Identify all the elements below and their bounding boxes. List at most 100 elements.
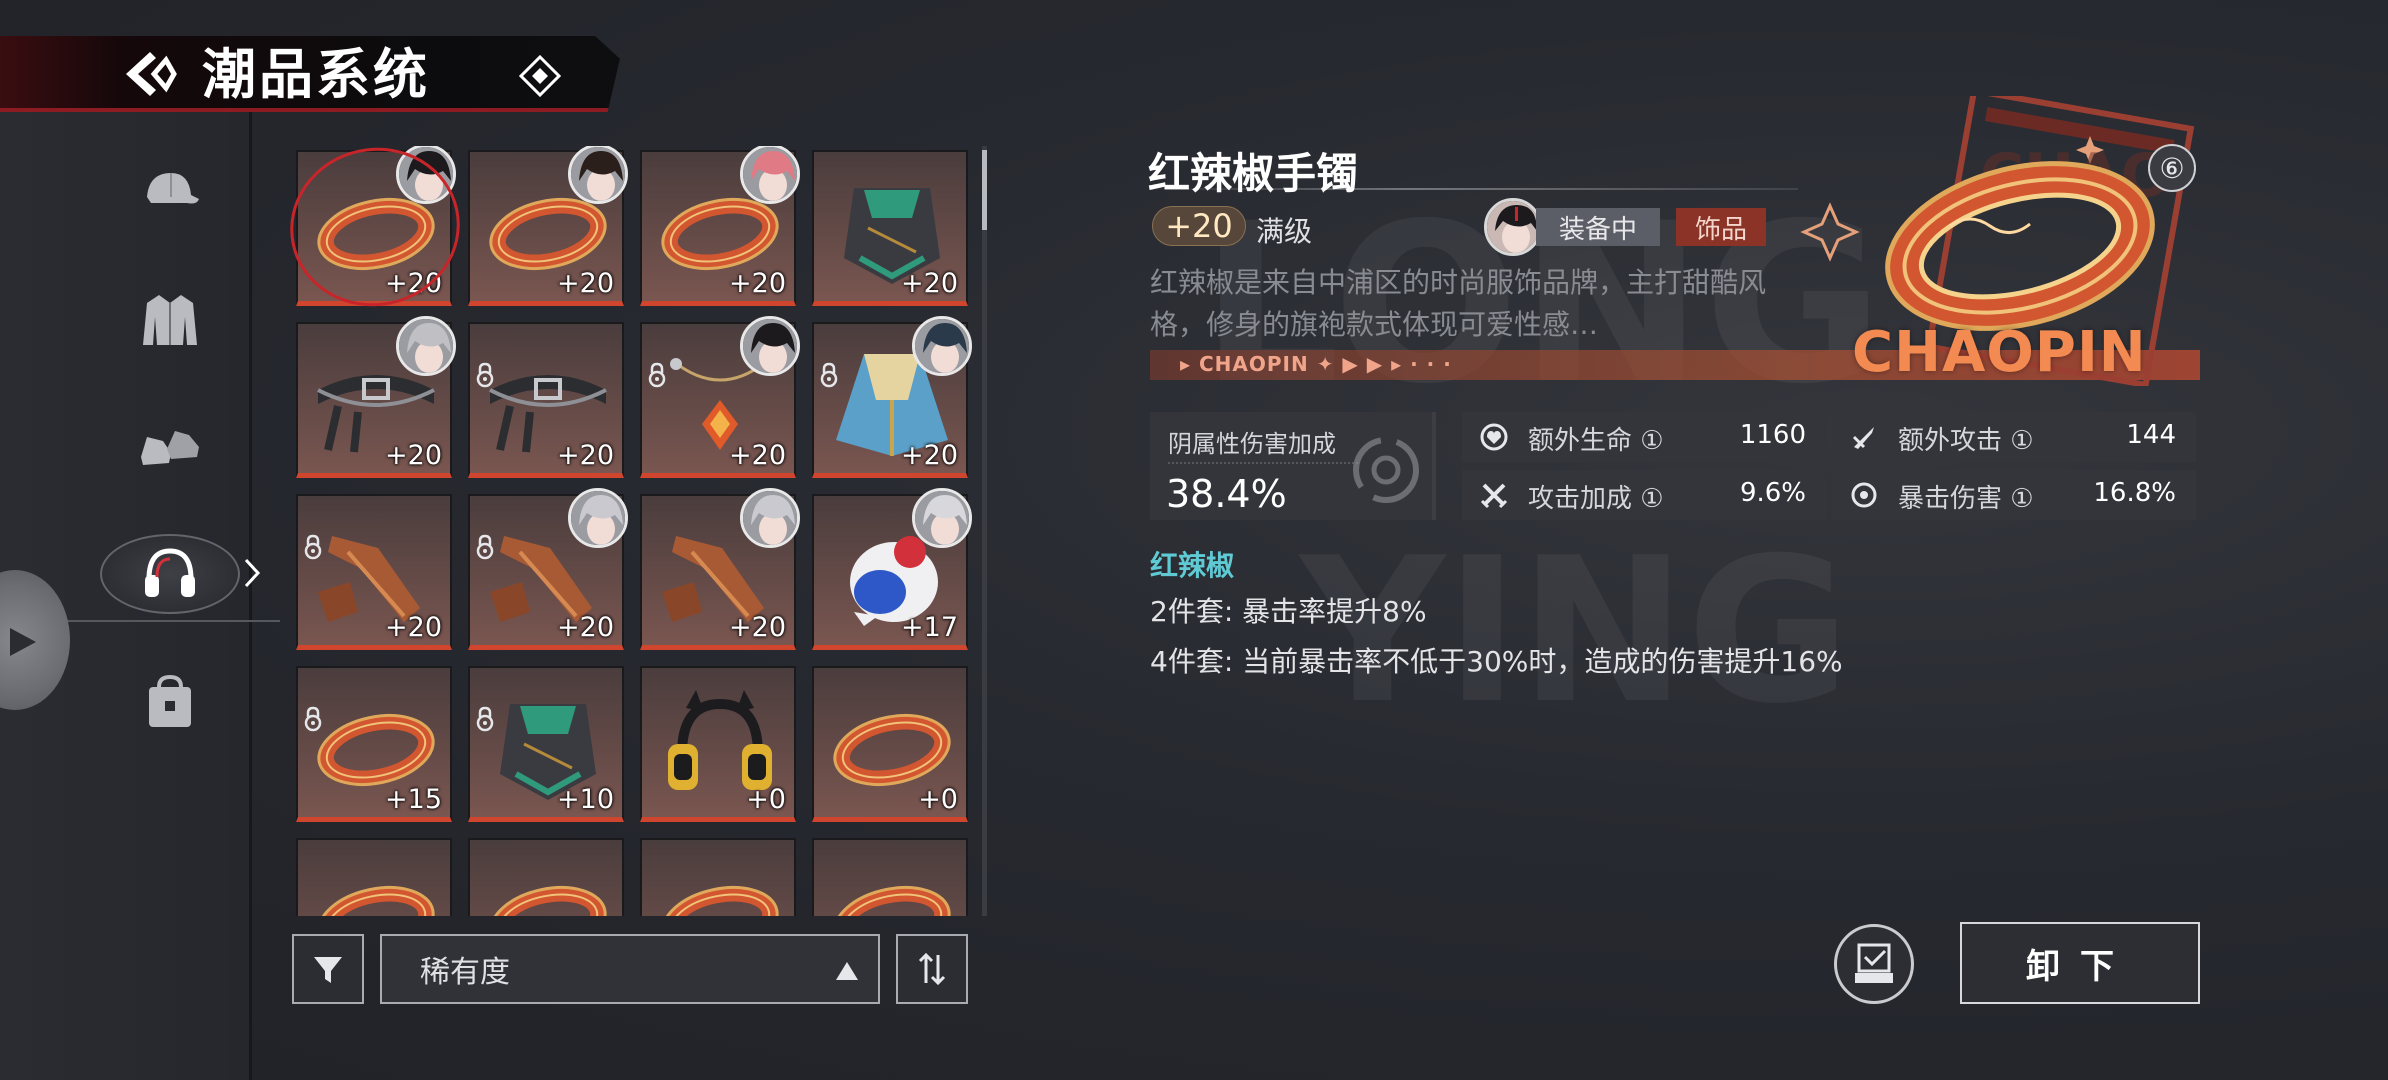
sub-stat-label: 攻击加成 ① bbox=[1528, 484, 1664, 514]
bracelet-icon bbox=[661, 886, 779, 916]
sidebar-item-shoes[interactable] bbox=[124, 400, 216, 492]
item-card[interactable]: +20 bbox=[468, 488, 628, 650]
item-level: +20 bbox=[729, 440, 786, 471]
item-card[interactable] bbox=[640, 838, 796, 916]
item-card[interactable]: +0 bbox=[812, 666, 968, 822]
item-card[interactable] bbox=[468, 838, 624, 916]
filter-button[interactable] bbox=[292, 934, 364, 1004]
sort-order-icon bbox=[918, 952, 946, 986]
item-card[interactable]: +20 bbox=[640, 146, 800, 306]
cap-icon bbox=[147, 173, 199, 204]
character-avatar bbox=[740, 146, 800, 204]
brand-logo-text: CHAOPIN bbox=[1852, 320, 2147, 385]
main-stat-separator bbox=[1168, 462, 1358, 464]
sort-dropdown-label: 稀有度 bbox=[420, 955, 510, 990]
item-card[interactable]: +20 bbox=[812, 150, 968, 306]
sub-stat-row: 暴击伤害 ① 16.8% bbox=[1832, 470, 2196, 520]
item-level: +20 bbox=[901, 268, 958, 299]
lock-icon bbox=[476, 362, 494, 388]
sidebar-item-headphones[interactable] bbox=[124, 528, 216, 620]
filter-icon bbox=[314, 957, 342, 983]
item-card[interactable]: +20 bbox=[812, 316, 972, 478]
item-card[interactable]: +20 bbox=[468, 322, 624, 478]
character-portrait-icon bbox=[915, 319, 969, 373]
item-level: +0 bbox=[746, 784, 786, 815]
character-portrait-icon bbox=[743, 147, 797, 201]
item-level: +20 bbox=[729, 268, 786, 299]
sub-stat-row: 攻击加成 ① 9.6% bbox=[1462, 470, 1826, 520]
item-name: 红辣椒手镯 bbox=[1148, 149, 1359, 198]
refine-rank-badge: ⑥ bbox=[2148, 144, 2196, 192]
item-card[interactable]: +20 bbox=[640, 316, 800, 478]
character-portrait-icon bbox=[915, 491, 969, 545]
sneakers-icon bbox=[141, 431, 199, 465]
character-avatar bbox=[568, 488, 628, 548]
back-arrow-icon bbox=[126, 52, 177, 96]
grid-scrollbar[interactable] bbox=[982, 146, 987, 916]
item-card[interactable]: +20 bbox=[296, 316, 456, 478]
item-card[interactable]: +10 bbox=[468, 666, 624, 822]
item-card[interactable]: +20 bbox=[296, 146, 456, 306]
sub-stat-value: 144 bbox=[2126, 420, 2176, 450]
sidebar-item-bag[interactable] bbox=[124, 656, 216, 748]
main-stat-label: 阴属性伤害加成 bbox=[1168, 430, 1336, 458]
character-portrait-icon bbox=[743, 319, 797, 373]
character-portrait-icon bbox=[571, 491, 625, 545]
sub-stat-value: 1160 bbox=[1739, 420, 1806, 450]
item-card[interactable]: +17 bbox=[812, 488, 972, 650]
sidebar-item-jacket[interactable] bbox=[124, 274, 216, 366]
diamond-icon bbox=[518, 54, 562, 98]
set-bonus-2pc: 2件套: 暴击率提升8% bbox=[1150, 595, 1427, 628]
bracelet-icon bbox=[833, 886, 951, 916]
item-card[interactable]: +20 bbox=[468, 146, 628, 306]
chevron-right-icon bbox=[244, 558, 261, 588]
name-underline bbox=[1148, 188, 1798, 190]
sort-order-button[interactable] bbox=[896, 934, 968, 1004]
sub-stat-value: 16.8% bbox=[2093, 478, 2176, 508]
lock-icon bbox=[820, 362, 838, 388]
bag-icon bbox=[149, 674, 191, 727]
item-card[interactable]: +15 bbox=[296, 666, 452, 822]
set-bonus-4pc: 4件套: 当前暴击率不低于30%时，造成的伤害提升16% bbox=[1150, 645, 1843, 678]
sub-stat-label: 额外攻击 ① bbox=[1898, 426, 2034, 456]
header-bar: 潮品系统 bbox=[0, 36, 620, 112]
unequip-button[interactable]: 卸下 bbox=[1960, 922, 2200, 1004]
page-title: 潮品系统 bbox=[202, 42, 430, 106]
sub-stat-label: 暴击伤害 ① bbox=[1898, 484, 2034, 514]
lock-icon bbox=[648, 362, 666, 388]
grid-scroll-thumb[interactable] bbox=[982, 150, 987, 230]
character-avatar bbox=[912, 488, 972, 548]
lock-icon bbox=[304, 534, 322, 560]
yin-element-icon bbox=[1353, 437, 1419, 503]
lock-icon bbox=[304, 706, 322, 732]
item-card[interactable]: +20 bbox=[296, 494, 452, 650]
sidebar-item-cap[interactable] bbox=[124, 144, 216, 236]
item-level: +17 bbox=[901, 612, 958, 643]
sub-stat-value: 9.6% bbox=[1739, 478, 1806, 508]
character-avatar bbox=[396, 316, 456, 376]
caret-up-icon bbox=[836, 962, 858, 980]
compare-button[interactable] bbox=[1834, 924, 1914, 1004]
sort-dropdown[interactable]: 稀有度 bbox=[380, 934, 880, 1004]
item-level: +10 bbox=[557, 784, 614, 815]
item-level: +20 bbox=[729, 612, 786, 643]
character-avatar bbox=[568, 146, 628, 204]
item-level: +15 bbox=[385, 784, 442, 815]
main-stat-value: 38.4% bbox=[1166, 472, 1287, 516]
item-card[interactable]: +0 bbox=[640, 666, 796, 822]
item-card[interactable] bbox=[296, 838, 452, 916]
character-avatar bbox=[396, 146, 456, 204]
bracelet-icon bbox=[489, 886, 607, 916]
play-arrow-icon bbox=[10, 628, 36, 656]
sub-stat-label: 额外生命 ① bbox=[1528, 426, 1664, 456]
item-level: +20 bbox=[557, 612, 614, 643]
header-menu-button[interactable] bbox=[518, 54, 562, 98]
sub-stat-row: 额外生命 ① 1160 bbox=[1462, 412, 1826, 462]
crossed-swords-icon bbox=[1480, 483, 1508, 509]
back-button[interactable] bbox=[120, 48, 180, 100]
crit-target-icon bbox=[1851, 482, 1877, 508]
item-description: 红辣椒是来自中浦区的时尚服饰品牌，主打甜酷风格，修身的旗袍款式体现可爱性感… bbox=[1150, 266, 1767, 341]
equipped-character-avatar[interactable] bbox=[1484, 198, 1542, 256]
item-card[interactable]: +20 bbox=[640, 488, 800, 650]
item-card[interactable] bbox=[812, 838, 968, 916]
